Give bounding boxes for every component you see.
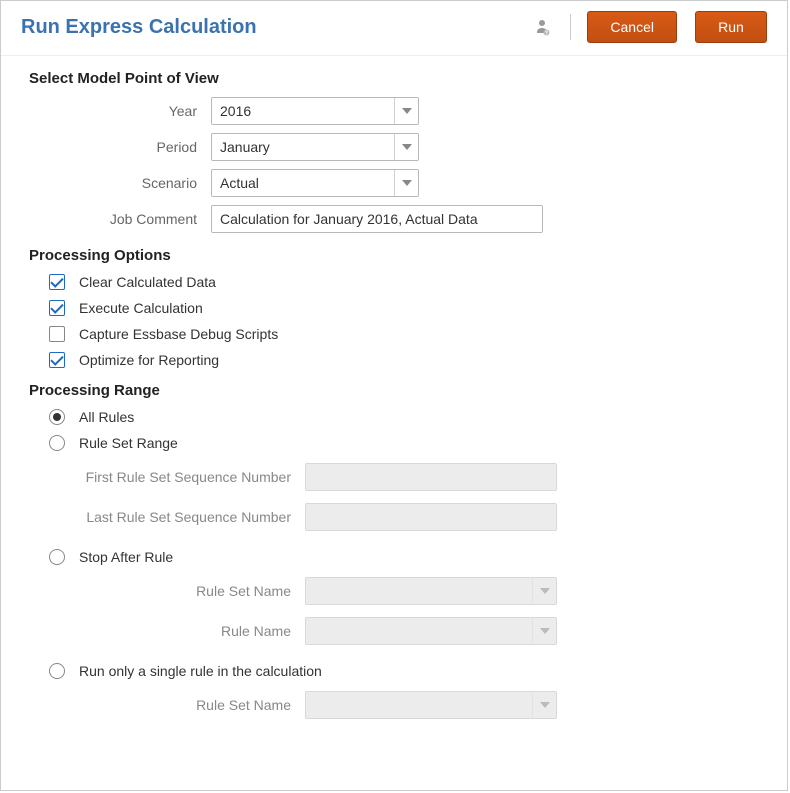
svg-text:?: ?	[545, 30, 548, 36]
first-seq-row: First Rule Set Sequence Number	[49, 463, 767, 491]
opt-clear-label: Clear Calculated Data	[79, 274, 216, 290]
comment-input[interactable]	[211, 205, 543, 233]
section-pov-heading: Select Model Point of View	[29, 70, 767, 87]
user-help-icon[interactable]: ?	[534, 18, 550, 36]
opt-clear-row: Clear Calculated Data	[49, 274, 767, 290]
range-ruleset-label: Rule Set Range	[79, 435, 178, 451]
single-ruleset-row: Rule Set Name	[49, 691, 767, 719]
single-ruleset-select	[305, 691, 557, 719]
opt-debug-label: Capture Essbase Debug Scripts	[79, 326, 278, 342]
opt-debug-row: Capture Essbase Debug Scripts	[49, 326, 767, 342]
comment-row: Job Comment	[29, 205, 767, 233]
scenario-label: Scenario	[29, 175, 211, 191]
range-stop-label: Stop After Rule	[79, 549, 173, 565]
last-seq-label: Last Rule Set Sequence Number	[49, 509, 305, 525]
year-label: Year	[29, 103, 211, 119]
run-express-calculation-dialog: Run Express Calculation ? Cancel Run Sel…	[0, 0, 788, 791]
chevron-down-icon	[532, 578, 556, 604]
dialog-body[interactable]: Select Model Point of View Year 2016 Per…	[1, 55, 787, 790]
range-ruleset-row: Rule Set Range	[49, 435, 767, 451]
single-ruleset-label: Rule Set Name	[49, 697, 305, 713]
period-label: Period	[29, 139, 211, 155]
range-ruleset-radio[interactable]	[49, 435, 65, 451]
scenario-value: Actual	[220, 175, 388, 191]
first-seq-label: First Rule Set Sequence Number	[49, 469, 305, 485]
stop-rulename-row: Rule Name	[49, 617, 767, 645]
opt-execute-checkbox[interactable]	[49, 300, 65, 316]
opt-clear-checkbox[interactable]	[49, 274, 65, 290]
header-divider	[570, 14, 571, 40]
run-button[interactable]: Run	[695, 11, 767, 43]
scenario-select[interactable]: Actual	[211, 169, 419, 197]
range-stop-row: Stop After Rule	[49, 549, 767, 565]
opt-execute-label: Execute Calculation	[79, 300, 203, 316]
section-options-heading: Processing Options	[29, 247, 767, 264]
dialog-title: Run Express Calculation	[21, 16, 524, 39]
chevron-down-icon	[532, 618, 556, 644]
stop-ruleset-label: Rule Set Name	[49, 583, 305, 599]
opt-optimize-checkbox[interactable]	[49, 352, 65, 368]
chevron-down-icon	[394, 170, 418, 196]
period-value: January	[220, 139, 388, 155]
range-stop-radio[interactable]	[49, 549, 65, 565]
chevron-down-icon	[394, 98, 418, 124]
opt-optimize-row: Optimize for Reporting	[49, 352, 767, 368]
range-all-rules-radio[interactable]	[49, 409, 65, 425]
stop-rulename-select	[305, 617, 557, 645]
dialog-header: Run Express Calculation ? Cancel Run	[1, 1, 787, 55]
year-value: 2016	[220, 103, 388, 119]
chevron-down-icon	[532, 692, 556, 718]
last-seq-row: Last Rule Set Sequence Number	[49, 503, 767, 531]
comment-label: Job Comment	[29, 211, 211, 227]
period-select[interactable]: January	[211, 133, 419, 161]
section-range-heading: Processing Range	[29, 382, 767, 399]
year-select[interactable]: 2016	[211, 97, 419, 125]
scenario-row: Scenario Actual	[29, 169, 767, 197]
range-single-label: Run only a single rule in the calculatio…	[79, 663, 322, 679]
first-seq-input	[305, 463, 557, 491]
opt-optimize-label: Optimize for Reporting	[79, 352, 219, 368]
opt-execute-row: Execute Calculation	[49, 300, 767, 316]
period-row: Period January	[29, 133, 767, 161]
range-all-rules-label: All Rules	[79, 409, 134, 425]
range-single-radio[interactable]	[49, 663, 65, 679]
range-single-row: Run only a single rule in the calculatio…	[49, 663, 767, 679]
stop-ruleset-row: Rule Set Name	[49, 577, 767, 605]
cancel-button[interactable]: Cancel	[587, 11, 677, 43]
opt-debug-checkbox[interactable]	[49, 326, 65, 342]
stop-rulename-label: Rule Name	[49, 623, 305, 639]
year-row: Year 2016	[29, 97, 767, 125]
range-all-rules-row: All Rules	[49, 409, 767, 425]
chevron-down-icon	[394, 134, 418, 160]
last-seq-input	[305, 503, 557, 531]
stop-ruleset-select	[305, 577, 557, 605]
